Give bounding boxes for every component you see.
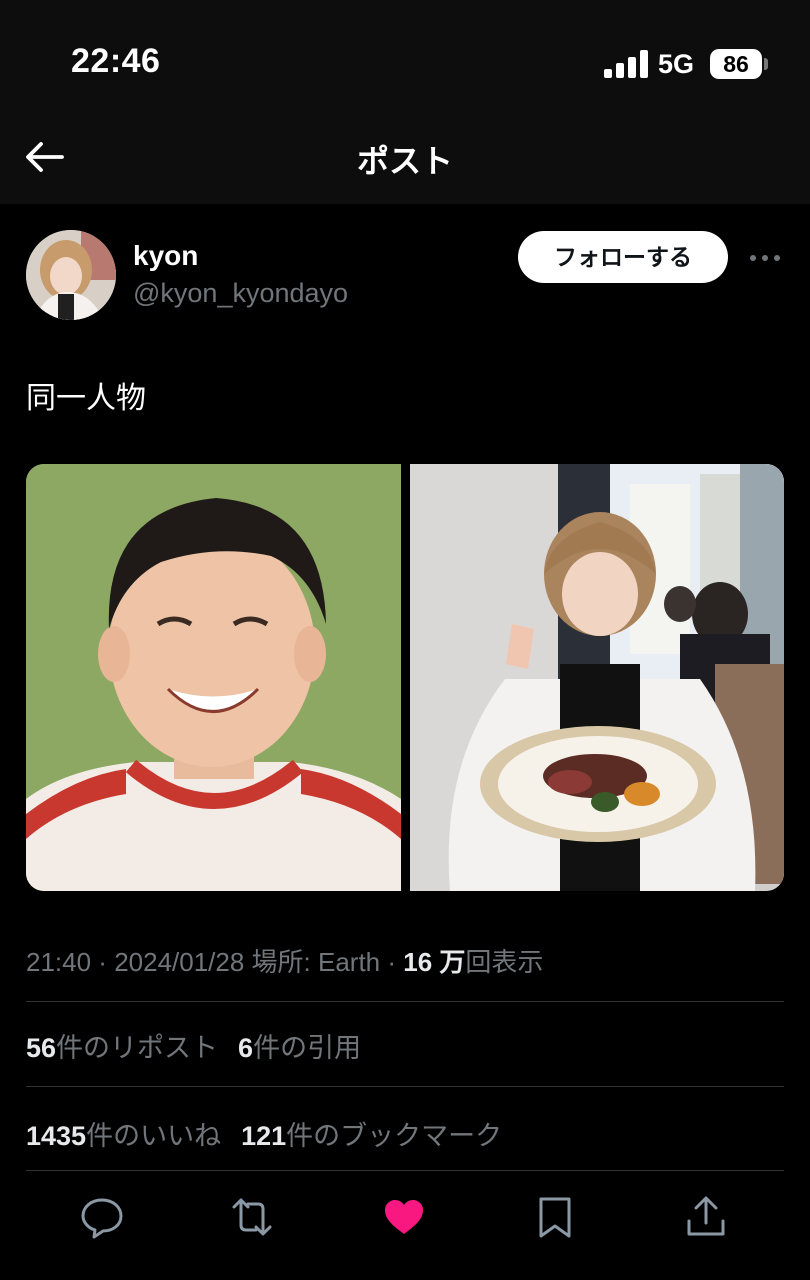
divider [26, 1086, 784, 1087]
repost-button[interactable] [230, 1195, 274, 1239]
quotes-label: 件の引用 [253, 1033, 362, 1063]
likes-stat[interactable]: 1435件のいいね [26, 1121, 221, 1151]
divider [26, 1170, 784, 1171]
quotes-stat[interactable]: 6件の引用 [238, 1033, 361, 1063]
like-bookmark-stats: 1435件のいいね 121件のブックマーク [26, 1114, 502, 1153]
user-handle[interactable]: @kyon_kyondayo [133, 278, 348, 309]
post-time: 21:40 [26, 947, 92, 977]
reply-icon [81, 1198, 123, 1239]
meta-separator: · [91, 947, 115, 977]
divider [26, 1001, 784, 1002]
reposts-count: 56 [26, 1033, 57, 1063]
like-button[interactable] [382, 1195, 426, 1239]
nav-header: ポスト [0, 120, 810, 204]
repost-icon [232, 1198, 272, 1236]
display-name[interactable]: kyon [133, 240, 198, 272]
post-location: 場所: Earth [244, 947, 381, 977]
more-options-icon[interactable] [748, 248, 782, 268]
repost-quote-stats: 56件のリポスト 6件の引用 [26, 1026, 361, 1065]
likes-label: 件のいいね [86, 1121, 222, 1151]
media-image-left[interactable] [26, 464, 401, 891]
avatar-photo [26, 230, 116, 320]
post-meta: 21:40 · 2024/01/28 場所: Earth · 16 万回表示 [26, 942, 543, 979]
avatar[interactable] [26, 230, 116, 320]
post-date: 2024/01/28 [114, 947, 245, 977]
likes-count: 1435 [26, 1121, 87, 1151]
signal-icon [604, 50, 648, 78]
share-button[interactable] [684, 1195, 728, 1239]
meta-separator: · [380, 947, 404, 977]
child-portrait-image [26, 464, 401, 891]
follow-button[interactable]: フォローする [518, 231, 728, 283]
battery-tip [764, 58, 768, 70]
media-image-right[interactable] [410, 464, 784, 891]
post-text: 同一人物 [26, 382, 146, 415]
quotes-count: 6 [238, 1033, 254, 1063]
bookmark-button[interactable] [533, 1195, 577, 1239]
view-count[interactable]: 16 万 [403, 947, 465, 977]
network-type: 5G [658, 49, 695, 79]
bookmarks-label: 件のブックマーク [286, 1121, 503, 1151]
bookmark-icon [539, 1197, 571, 1238]
share-icon [687, 1196, 725, 1236]
status-time: 22:46 [71, 42, 161, 80]
reposts-stat[interactable]: 56件のリポスト [26, 1033, 218, 1063]
like-icon [385, 1200, 423, 1234]
bookmarks-count: 121 [241, 1121, 287, 1151]
status-bar: 22:46 5G 86 [0, 0, 810, 120]
woman-with-plate-image [410, 464, 784, 891]
battery-icon: 86 [710, 49, 762, 79]
page-title: ポスト [356, 143, 453, 179]
view-label: 回表示 [465, 947, 544, 977]
bookmarks-stat[interactable]: 121件のブックマーク [241, 1121, 502, 1151]
reposts-label: 件のリポスト [56, 1033, 219, 1063]
reply-button[interactable] [80, 1195, 124, 1239]
